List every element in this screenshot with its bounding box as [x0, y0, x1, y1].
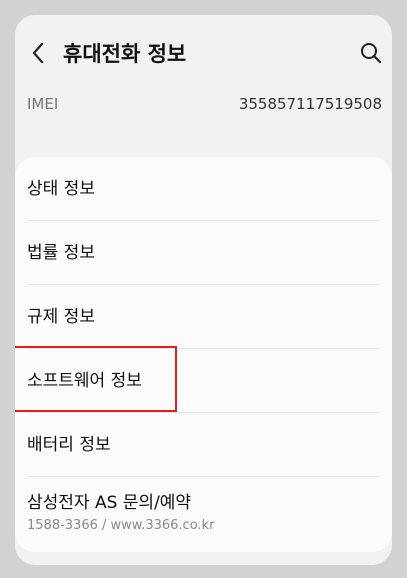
top-app-bar: 휴대전화 정보 — [15, 15, 392, 93]
menu-card: 상태 정보 법률 정보 규제 정보 소프트웨어 정보 배터리 정보 삼성전자 A… — [15, 157, 392, 552]
menu-item-label: 소프트웨어 정보 — [27, 371, 142, 391]
menu-item-software-info[interactable]: 소프트웨어 정보 — [15, 349, 392, 413]
phone-screen: 휴대전화 정보 IMEI 355857117519508 상태 정보 법률 정보… — [15, 15, 392, 565]
menu-item-battery-info[interactable]: 배터리 정보 — [15, 413, 392, 477]
menu-item-regulatory-info[interactable]: 규제 정보 — [15, 285, 392, 349]
chevron-left-icon — [32, 42, 44, 64]
menu-item-label: 배터리 정보 — [27, 435, 111, 455]
menu-item-label: 규제 정보 — [27, 307, 95, 327]
menu-item-sublabel: 1588-3366 / www.3366.co.kr — [27, 518, 215, 533]
imei-row: IMEI 355857117519508 — [27, 93, 382, 115]
menu-item-samsung-service[interactable]: 삼성전자 AS 문의/예약 1588-3366 / www.3366.co.kr — [15, 477, 392, 552]
menu-item-label: 삼성전자 AS 문의/예약 — [27, 493, 192, 513]
menu-item-legal-info[interactable]: 법률 정보 — [15, 221, 392, 285]
back-button[interactable] — [21, 35, 57, 71]
menu-item-label: 상태 정보 — [27, 179, 95, 199]
menu-item-label: 법률 정보 — [27, 243, 95, 263]
page-title: 휴대전화 정보 — [63, 42, 187, 66]
imei-label: IMEI — [27, 95, 59, 113]
search-button[interactable] — [353, 35, 389, 71]
search-icon — [361, 43, 382, 64]
menu-item-status-info[interactable]: 상태 정보 — [15, 157, 392, 221]
imei-value: 355857117519508 — [238, 95, 382, 113]
